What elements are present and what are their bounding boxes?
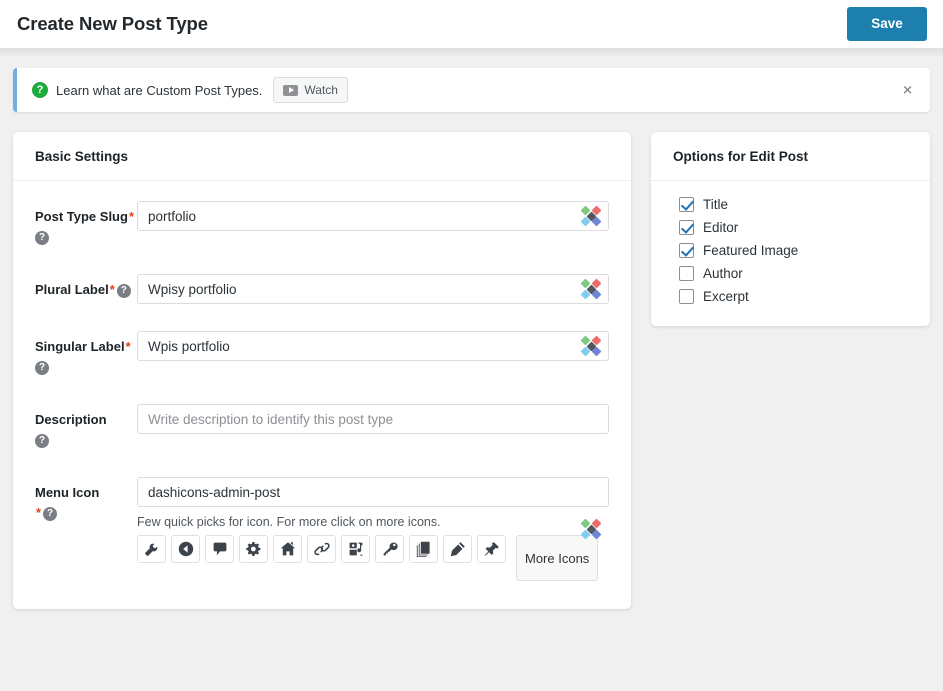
options-checkbox-list: Title Editor Featured Image Author Excer (651, 181, 930, 326)
basic-settings-card: Basic Settings Post Type Slug*? portfoli… (13, 132, 631, 609)
gear-glyph (245, 541, 260, 557)
field-singular-label: Singular Label*? (35, 331, 609, 377)
field-plural-label: Plural Label*? (35, 274, 609, 304)
field-control (137, 201, 609, 231)
checkbox-featured-image[interactable] (679, 243, 694, 258)
question-mark-icon: ? (32, 82, 48, 98)
basic-settings-title: Basic Settings (13, 132, 631, 181)
field-control (137, 404, 609, 434)
close-icon[interactable]: ✕ (898, 80, 917, 101)
post-type-slug-input[interactable] (137, 201, 609, 231)
field-description: Description? (35, 404, 609, 450)
required-asterisk: * (109, 282, 115, 297)
field-post-type-slug: Post Type Slug*? (35, 201, 609, 247)
icon-picker-hint: Few quick picks for icon. For more click… (137, 515, 441, 529)
notice-text: Learn what are Custom Post Types. (56, 82, 263, 98)
checkbox-author[interactable] (679, 266, 694, 281)
page-title: Create New Post Type (17, 13, 208, 34)
basic-settings-body: Post Type Slug*? Plural Label*? (13, 181, 631, 609)
checkbox-editor[interactable] (679, 220, 694, 235)
comment-glyph (213, 542, 226, 556)
help-icon[interactable]: ? (43, 507, 58, 521)
options-panel-title: Options for Edit Post (651, 132, 930, 181)
arrow-left-circle-glyph (178, 541, 193, 557)
home-icon[interactable] (273, 535, 302, 563)
field-label: Singular Label*? (35, 331, 137, 377)
comment-icon[interactable] (205, 535, 234, 563)
home-glyph (280, 542, 295, 556)
plugin-icon[interactable] (443, 535, 472, 563)
description-input[interactable] (137, 404, 609, 434)
required-asterisk: * (36, 505, 42, 520)
singular-label-input[interactable] (137, 331, 609, 361)
checkbox-title[interactable] (679, 197, 694, 212)
media-glyph (349, 542, 362, 556)
gear-icon[interactable] (239, 535, 268, 563)
field-control (137, 331, 609, 361)
arrow-left-circle-icon[interactable] (171, 535, 200, 563)
help-icon[interactable]: ? (35, 361, 49, 375)
option-author[interactable]: Author (679, 266, 908, 281)
plugin-glyph (450, 542, 465, 557)
field-label: Description? (35, 404, 137, 450)
field-label-text: Menu Icon (35, 485, 100, 500)
notice-region: ? Learn what are Custom Post Types. Watc… (0, 48, 943, 112)
admin-tools-glyph (144, 543, 157, 556)
key-glyph (383, 542, 398, 556)
pin-glyph (484, 542, 499, 556)
field-label-text: Plural Label (35, 282, 109, 297)
field-label-text: Post Type Slug (35, 209, 128, 224)
media-icon[interactable] (341, 535, 370, 563)
help-icon[interactable]: ? (35, 231, 49, 245)
option-label: Featured Image (703, 243, 799, 258)
option-title[interactable]: Title (679, 197, 908, 212)
pin-icon[interactable] (477, 535, 506, 563)
main-column: Basic Settings Post Type Slug*? portfoli… (13, 132, 631, 609)
play-icon (283, 84, 299, 96)
watch-button-label: Watch (304, 83, 338, 97)
field-label: Plural Label*? (35, 274, 137, 300)
key-icon[interactable] (375, 535, 404, 563)
field-label-text: Singular Label (35, 339, 125, 354)
option-label: Author (703, 266, 743, 281)
link-glyph (313, 542, 330, 556)
info-notice: ? Learn what are Custom Post Types. Watc… (13, 68, 930, 112)
save-button[interactable]: Save (847, 7, 927, 41)
field-control: Few quick picks for icon. For more click… (137, 477, 609, 581)
option-excerpt[interactable]: Excerpt (679, 289, 908, 304)
field-label-text: Description (35, 412, 107, 427)
option-label: Title (703, 197, 729, 212)
side-column: Options for Edit Post Title Editor Featu… (651, 132, 930, 326)
field-label: Post Type Slug*? (35, 201, 137, 247)
option-label: Editor (703, 220, 739, 235)
options-for-edit-post-card: Options for Edit Post Title Editor Featu… (651, 132, 930, 326)
link-icon[interactable] (307, 535, 336, 563)
help-icon[interactable]: ? (35, 434, 49, 448)
field-menu-icon: Menu Icon *? Few quick picks for icon. Fo… (35, 477, 609, 581)
menu-icon-input[interactable] (137, 477, 609, 507)
admin-tools-icon[interactable] (137, 535, 166, 563)
content-columns: Basic Settings Post Type Slug*? portfoli… (0, 112, 943, 609)
icon-picker-row: More Icons (137, 535, 609, 581)
option-editor[interactable]: Editor (679, 220, 908, 235)
option-label: Excerpt (703, 289, 749, 304)
field-control (137, 274, 609, 304)
more-icons-button[interactable]: More Icons (516, 535, 599, 581)
field-label: Menu Icon *? (35, 477, 137, 523)
required-asterisk: * (125, 339, 131, 354)
help-icon[interactable]: ? (116, 284, 131, 298)
required-asterisk: * (128, 209, 134, 224)
pages-glyph (416, 541, 430, 557)
option-featured-image[interactable]: Featured Image (679, 243, 908, 258)
checkbox-excerpt[interactable] (679, 289, 694, 304)
plural-label-input[interactable] (137, 274, 609, 304)
pages-icon[interactable] (409, 535, 438, 563)
watch-video-button[interactable]: Watch (273, 77, 348, 103)
page-header: Create New Post Type Save (0, 0, 943, 58)
